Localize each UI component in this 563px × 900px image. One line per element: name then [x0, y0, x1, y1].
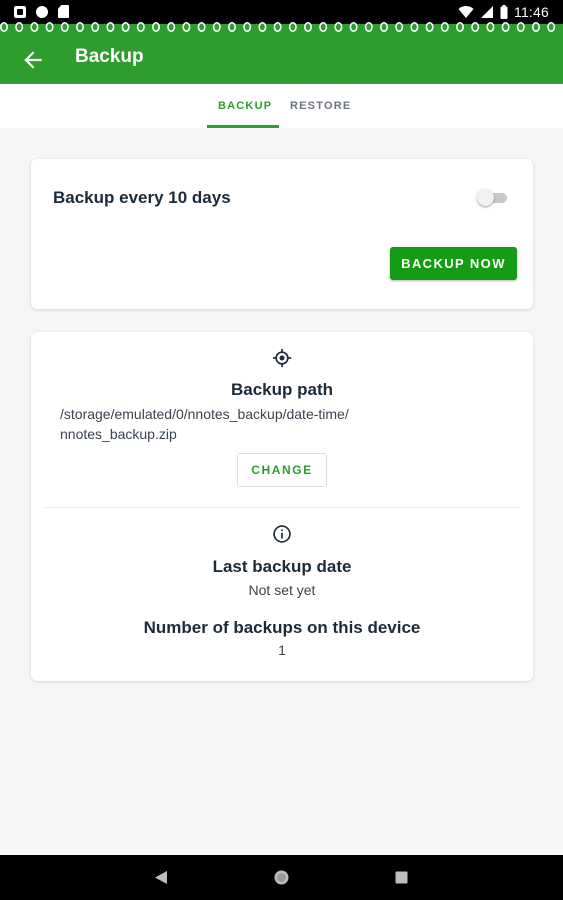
page-title: Backup [75, 46, 144, 67]
info-icon [273, 525, 291, 543]
system-icons: 11:46 [458, 4, 549, 20]
clock-time: 11:46 [514, 4, 549, 20]
tab-restore[interactable]: RESTORE [290, 100, 351, 112]
notification-dot-icon [36, 5, 48, 18]
last-backup-value: Not set yet [248, 582, 316, 598]
target-icon [272, 348, 292, 368]
square-recents-icon[interactable] [395, 871, 408, 884]
backup-path-value: /storage/emulated/0/nnotes_backup/date-t… [60, 406, 349, 442]
backup-info-card: Backup path /storage/emulated/0/nnotes_b… [31, 332, 533, 681]
sd-card-icon [58, 5, 69, 18]
tab-bar: BACKUP RESTORE [0, 84, 563, 128]
arrow-left-icon[interactable] [20, 47, 46, 73]
tab-backup[interactable]: BACKUP [218, 100, 272, 112]
backup-path-heading: Backup path [230, 380, 334, 399]
triangle-back-icon[interactable] [154, 870, 168, 885]
toggle-thumb [477, 189, 494, 206]
app-toolbar: Backup [0, 34, 563, 84]
notification-icons [14, 5, 69, 18]
auto-backup-toggle[interactable] [477, 189, 507, 206]
wifi-icon [458, 6, 474, 19]
tab-selected-indicator [207, 125, 279, 128]
change-path-button[interactable]: CHANGE [237, 453, 327, 487]
last-backup-heading: Last backup date [212, 557, 352, 576]
circle-home-icon[interactable] [273, 869, 290, 886]
backup-count-value: 1 [278, 642, 286, 658]
notification-app-icon [14, 5, 26, 18]
backup-interval-label: Backup every 10 days [53, 188, 231, 207]
divider [45, 507, 519, 508]
backup-now-button[interactable]: BACKUP NOW [390, 247, 517, 280]
battery-icon [500, 5, 508, 19]
system-nav-bar [0, 855, 563, 900]
signal-icon [481, 6, 493, 18]
backup-count-heading: Number of backups on this device [143, 618, 421, 637]
backup-schedule-card: Backup every 10 days BACKUP NOW [31, 159, 533, 309]
